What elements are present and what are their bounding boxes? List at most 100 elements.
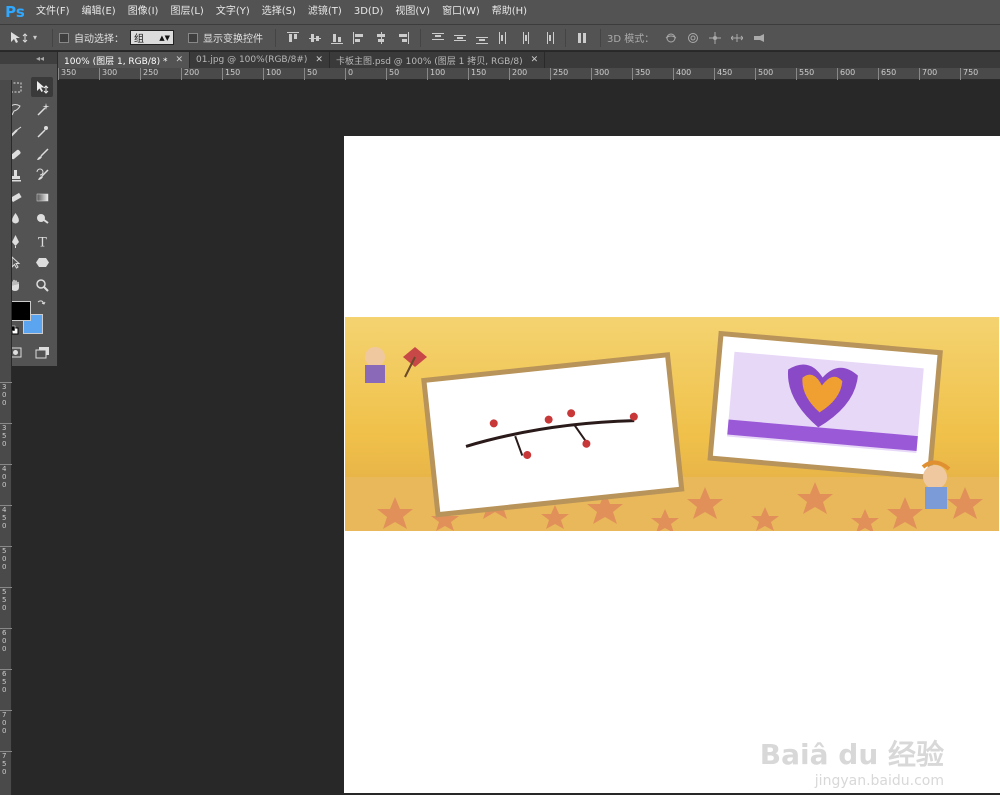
tab-doc-1[interactable]: 100% (图层 1, RGB/8) * ✕ [58,52,190,68]
3d-pan-icon[interactable] [708,31,722,45]
distribute-bottom-icon[interactable] [475,31,489,45]
align-vcenter-icon[interactable] [308,31,322,45]
ruler-tick: 6 0 0 [0,628,12,653]
hexagon-icon [35,257,49,267]
ruler-tick: 350 [58,68,76,80]
watermark-logo: Baiâ du 经验 [759,738,944,771]
close-icon[interactable]: ✕ [531,55,539,65]
align-bottom-icon[interactable] [330,31,344,45]
mode-3d-label: 3D 模式： [607,34,655,45]
ruler-tick: 150 [468,68,486,80]
svg-text:T: T [38,235,47,249]
vertical-ruler[interactable]: 3 0 0 3 5 0 4 0 0 4 5 0 5 0 0 5 5 0 6 0 … [0,80,12,795]
menu-edit[interactable]: 编辑(E) [76,0,122,24]
ruler-tick: 150 [222,68,240,80]
3d-scale-icon[interactable] [752,31,766,45]
distribute-hcenter-icon[interactable] [519,31,533,45]
ruler-tick: 200 [509,68,527,80]
show-transform-checkbox[interactable] [188,32,198,43]
ruler-tick: 300 [99,68,117,80]
eyedropper-tool[interactable] [31,121,53,141]
watermark-url: jingyan.baidu.com [814,773,944,789]
ruler-tick: 100 [427,68,445,80]
ruler-tick: 4 5 0 [0,505,12,530]
distribute-left-icon[interactable] [497,31,511,45]
options-bar: ▾ 自动选择： 组 ▲▼ 显示变换控件 3D 模式： [0,24,1000,51]
gradient-icon [36,193,48,201]
tab-label: 卡板主图.psd @ 100% (图层 1 拷贝, RGB/8) [335,56,523,67]
screen-mode-tool[interactable] [31,342,53,362]
auto-align-icon[interactable] [576,31,590,45]
tool-preset-picker[interactable]: ▾ [0,31,46,45]
auto-select-value: 组 [134,34,144,45]
show-transform-label: 显示变换控件 [203,34,263,45]
tab-label: 100% (图层 1, RGB/8) * [64,56,168,67]
dodge-tool[interactable] [31,208,53,228]
gradient-tool[interactable] [31,187,53,207]
banner-image-layer[interactable] [345,317,999,531]
menu-3d[interactable]: 3D(D) [348,0,390,24]
menu-select[interactable]: 选择(S) [256,0,302,24]
align-hcenter-icon[interactable] [374,31,388,45]
brush-tool[interactable] [31,144,53,164]
history-brush-icon [36,168,49,180]
ruler-tick: 3 5 0 [0,423,12,448]
chevron-down-icon: ▾ [32,33,37,42]
tab-doc-2[interactable]: 01.jpg @ 100%(RGB/8#) ✕ [190,52,330,68]
type-tool[interactable]: T [31,231,53,251]
document-tabs: 100% (图层 1, RGB/8) * ✕ 01.jpg @ 100%(RGB/… [58,52,1000,68]
tools-panel-header[interactable]: ◂◂ [0,52,57,64]
auto-select-checkbox[interactable] [59,32,69,43]
magic-wand-icon [36,102,49,116]
align-right-icon[interactable] [396,31,410,45]
menu-type[interactable]: 文字(Y) [210,0,256,24]
distribute-right-icon[interactable] [541,31,555,45]
ruler-tick: 6 5 0 [0,669,12,694]
menu-bar: Ps 文件(F) 编辑(E) 图像(I) 图层(L) 文字(Y) 选择(S) 滤… [0,0,1000,24]
swap-colors-icon[interactable] [37,299,46,308]
history-brush-tool[interactable] [31,165,53,185]
ruler-tick: 7 0 0 [0,710,12,735]
ruler-tick: 250 [140,68,158,80]
menu-filter[interactable]: 滤镜(T) [302,0,348,24]
3d-roll-icon[interactable] [686,31,700,45]
align-left-icon[interactable] [352,31,366,45]
menu-view[interactable]: 视图(V) [389,0,436,24]
align-top-icon[interactable] [286,31,300,45]
zoom-tool[interactable] [31,275,53,295]
magic-wand-tool[interactable] [31,99,53,119]
dodge-icon [36,213,49,224]
ruler-tick: 0 [345,68,353,80]
collapse-icon: ◂◂ [36,53,45,63]
horizontal-ruler[interactable]: 350 300 250 200 150 100 50 0 50 100 150 … [58,68,1000,80]
menu-window[interactable]: 窗口(W) [436,0,486,24]
ruler-tick: 400 [673,68,691,80]
ruler-tick: 500 [755,68,773,80]
ruler-tick: 300 [591,68,609,80]
separator [600,28,601,47]
menu-image[interactable]: 图像(I) [122,0,165,24]
document-canvas[interactable]: Baiâ du 经验 jingyan.baidu.com [344,136,1000,793]
menu-file[interactable]: 文件(F) [30,0,76,24]
menu-help[interactable]: 帮助(H) [486,0,533,24]
menu-layer[interactable]: 图层(L) [164,0,209,24]
banner-artwork [345,330,999,531]
canvas-area[interactable]: Baiâ du 经验 jingyan.baidu.com [58,80,1000,795]
shape-tool[interactable] [31,252,53,272]
ruler-tick: 5 0 0 [0,546,12,571]
close-icon[interactable]: ✕ [175,55,183,65]
auto-select-dropdown[interactable]: 组 ▲▼ [130,30,174,45]
foreground-color-swatch[interactable] [11,301,31,321]
brush-icon [36,147,49,160]
dropdown-arrow-icon: ▲▼ [159,33,170,42]
distribute-vcenter-icon[interactable] [453,31,467,45]
3d-orbit-icon[interactable] [664,31,678,45]
tab-doc-3[interactable]: 卡板主图.psd @ 100% (图层 1 拷贝, RGB/8) ✕ [330,52,546,68]
ruler-tick: 650 [878,68,896,80]
separator [420,28,421,47]
close-icon[interactable]: ✕ [315,55,323,65]
3d-slide-icon[interactable] [730,31,744,45]
move-tool[interactable] [31,77,53,97]
ruler-tick: 600 [837,68,855,80]
distribute-top-icon[interactable] [431,31,445,45]
